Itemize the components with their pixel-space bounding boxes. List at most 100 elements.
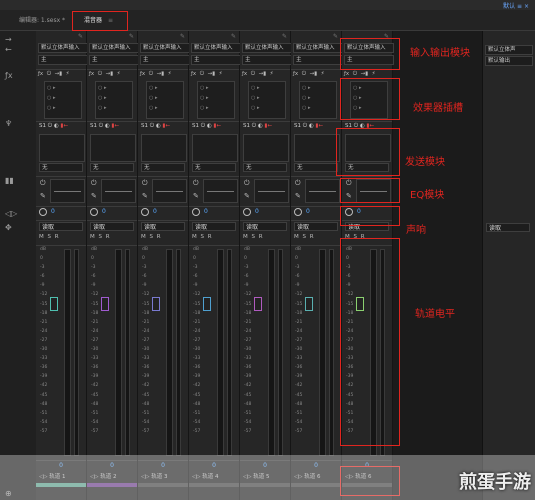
automation-mode-select[interactable]: 读取 (90, 222, 134, 231)
fx-slot-icon[interactable]: ○ ▸ (98, 105, 106, 111)
fx-slot-icon[interactable]: ○ ▸ (149, 105, 157, 111)
volume-fader[interactable] (254, 297, 262, 311)
pan-knob[interactable] (243, 208, 251, 216)
eq-edit-icon[interactable]: ✎ (244, 192, 250, 200)
eq-graph[interactable] (101, 179, 136, 203)
fx-rack[interactable]: ○ ▸ ○ ▸ ○ ▸ (95, 81, 133, 119)
pan-knob[interactable] (192, 208, 200, 216)
volume-fader[interactable] (152, 297, 160, 311)
send-level[interactable] (90, 134, 136, 162)
send-level[interactable] (192, 134, 238, 162)
output-select[interactable]: 主 (140, 55, 190, 65)
pan-knob[interactable] (90, 208, 98, 216)
pan-value[interactable]: 0 (51, 208, 55, 215)
eq-graph[interactable] (50, 179, 85, 203)
mute-solo-record-buttons[interactable]: M S R (141, 234, 187, 240)
edit-icon[interactable]: ✎ (78, 33, 83, 40)
automation-mode-select[interactable]: 读取 (192, 222, 236, 231)
send-level[interactable] (141, 134, 187, 162)
volume-fader[interactable] (50, 297, 58, 311)
master-output-select[interactable]: 默认输出 (485, 56, 533, 66)
fx-slot-icon[interactable]: ○ ▸ (200, 85, 208, 91)
mute-solo-record-buttons[interactable]: M S R (90, 234, 136, 240)
eq-graph[interactable] (203, 179, 238, 203)
fx-slot-icon[interactable]: ○ ▸ (149, 85, 157, 91)
send-target-select[interactable]: 无 (39, 163, 83, 172)
output-select[interactable]: 主 (242, 55, 292, 65)
send-target-select[interactable]: 无 (90, 163, 134, 172)
fx-slot-icon[interactable]: ○ ▸ (200, 105, 208, 111)
master-automation-mode[interactable]: 读取 (486, 223, 530, 232)
pan-value[interactable]: 0 (102, 208, 106, 215)
mute-solo-record-buttons[interactable]: M S R (192, 234, 238, 240)
eq-power-icon[interactable]: ⏻ (142, 179, 148, 188)
fx-rack[interactable]: ○ ▸ ○ ▸ ○ ▸ (299, 81, 337, 119)
eq-edit-icon[interactable]: ✎ (295, 192, 301, 200)
output-select[interactable]: 主 (89, 55, 139, 65)
input-select[interactable]: 默认立体声输入 (293, 43, 343, 53)
tab-editor[interactable]: 编辑器: 1.sesx * (14, 15, 70, 27)
eq-graph[interactable] (254, 179, 289, 203)
volume-fader[interactable] (305, 297, 313, 311)
fx-slot-icon[interactable]: ○ ▸ (47, 95, 55, 101)
eq-power-icon[interactable]: ⏻ (40, 179, 46, 188)
mute-solo-record-buttons[interactable]: M S R (39, 234, 85, 240)
send-target-select[interactable]: 无 (243, 163, 287, 172)
fx-slot-icon[interactable]: ○ ▸ (98, 85, 106, 91)
fx-slot-icon[interactable]: ○ ▸ (47, 105, 55, 111)
master-input-select[interactable]: 默认立体声 (485, 45, 533, 55)
output-select[interactable]: 主 (293, 55, 343, 65)
output-select[interactable]: 主 (191, 55, 241, 65)
edit-icon[interactable]: ✎ (333, 33, 338, 40)
eq-power-icon[interactable]: ⏻ (193, 179, 199, 188)
automation-mode-select[interactable]: 读取 (141, 222, 185, 231)
pan-value[interactable]: 0 (255, 208, 259, 215)
pan-value[interactable]: 0 (306, 208, 310, 215)
edit-icon[interactable]: ✎ (282, 33, 287, 40)
workspace-label[interactable]: 默认 ≡ × (503, 1, 529, 10)
edit-icon[interactable]: ✎ (180, 33, 185, 40)
fx-slot-icon[interactable]: ○ ▸ (98, 95, 106, 101)
input-select[interactable]: 默认立体声输入 (89, 43, 139, 53)
edit-icon[interactable]: ✎ (129, 33, 134, 40)
fx-slot-icon[interactable]: ○ ▸ (149, 95, 157, 101)
pan-value[interactable]: 0 (204, 208, 208, 215)
eq-graph[interactable] (152, 179, 187, 203)
pan-knob[interactable] (141, 208, 149, 216)
eq-graph[interactable] (305, 179, 340, 203)
eq-edit-icon[interactable]: ✎ (142, 192, 148, 200)
volume-fader[interactable] (101, 297, 109, 311)
fx-slot-icon[interactable]: ○ ▸ (47, 85, 55, 91)
fx-rack[interactable]: ○ ▸ ○ ▸ ○ ▸ (44, 81, 82, 119)
fx-slot-icon[interactable]: ○ ▸ (251, 85, 259, 91)
fx-slot-icon[interactable]: ○ ▸ (302, 85, 310, 91)
fx-slot-icon[interactable]: ○ ▸ (302, 105, 310, 111)
eq-power-icon[interactable]: ⏻ (91, 179, 97, 188)
input-select[interactable]: 默认立体声输入 (191, 43, 241, 53)
automation-mode-select[interactable]: 读取 (39, 222, 83, 231)
input-select[interactable]: 默认立体声输入 (140, 43, 190, 53)
eq-edit-icon[interactable]: ✎ (91, 192, 97, 200)
send-target-select[interactable]: 无 (294, 163, 338, 172)
pan-value[interactable]: 0 (153, 208, 157, 215)
automation-mode-select[interactable]: 读取 (294, 222, 338, 231)
send-target-select[interactable]: 无 (141, 163, 185, 172)
send-level[interactable] (243, 134, 289, 162)
automation-mode-select[interactable]: 读取 (243, 222, 287, 231)
mute-solo-record-buttons[interactable]: M S R (294, 234, 340, 240)
send-level[interactable] (39, 134, 85, 162)
fx-rack[interactable]: ○ ▸ ○ ▸ ○ ▸ (197, 81, 235, 119)
send-level[interactable] (294, 134, 340, 162)
output-select[interactable]: 主 (38, 55, 88, 65)
fx-slot-icon[interactable]: ○ ▸ (251, 105, 259, 111)
input-select[interactable]: 默认立体声输入 (38, 43, 88, 53)
send-target-select[interactable]: 无 (192, 163, 236, 172)
fx-slot-icon[interactable]: ○ ▸ (200, 95, 208, 101)
fx-slot-icon[interactable]: ○ ▸ (302, 95, 310, 101)
fx-rack[interactable]: ○ ▸ ○ ▸ ○ ▸ (248, 81, 286, 119)
volume-fader[interactable] (203, 297, 211, 311)
mute-solo-record-buttons[interactable]: M S R (243, 234, 289, 240)
eq-power-icon[interactable]: ⏻ (295, 179, 301, 188)
fx-rack[interactable]: ○ ▸ ○ ▸ ○ ▸ (146, 81, 184, 119)
eq-power-icon[interactable]: ⏻ (244, 179, 250, 188)
